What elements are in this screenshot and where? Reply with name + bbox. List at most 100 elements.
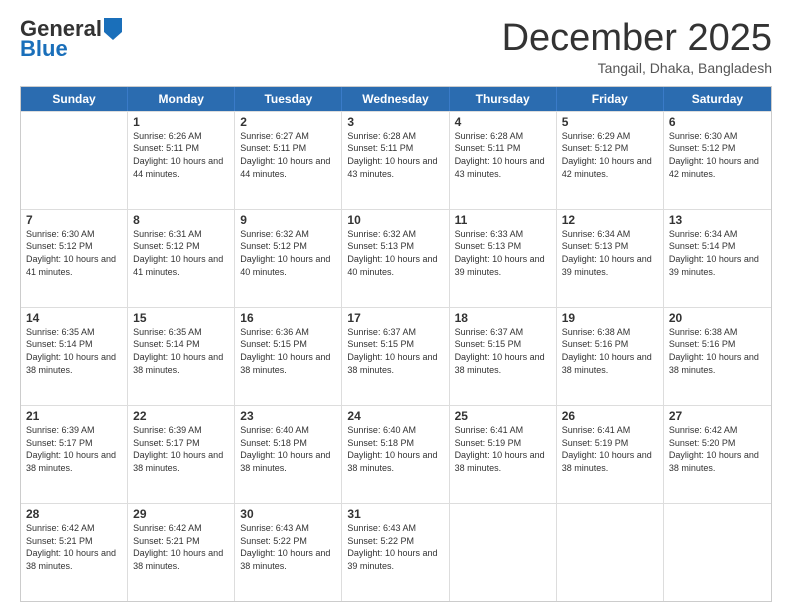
day-number: 18: [455, 311, 551, 325]
table-row: 1Sunrise: 6:26 AM Sunset: 5:11 PM Daylig…: [128, 112, 235, 209]
table-row: [21, 112, 128, 209]
logo-icon: [104, 18, 122, 40]
table-row: 16Sunrise: 6:36 AM Sunset: 5:15 PM Dayli…: [235, 308, 342, 405]
day-number: 22: [133, 409, 229, 423]
table-row: 31Sunrise: 6:43 AM Sunset: 5:22 PM Dayli…: [342, 504, 449, 601]
day-number: 13: [669, 213, 766, 227]
table-row: 23Sunrise: 6:40 AM Sunset: 5:18 PM Dayli…: [235, 406, 342, 503]
table-row: 18Sunrise: 6:37 AM Sunset: 5:15 PM Dayli…: [450, 308, 557, 405]
day-number: 17: [347, 311, 443, 325]
day-number: 24: [347, 409, 443, 423]
header-day-monday: Monday: [128, 87, 235, 111]
day-info: Sunrise: 6:35 AM Sunset: 5:14 PM Dayligh…: [26, 326, 122, 376]
header: General Blue December 2025 Tangail, Dhak…: [20, 18, 772, 76]
day-number: 23: [240, 409, 336, 423]
day-info: Sunrise: 6:40 AM Sunset: 5:18 PM Dayligh…: [347, 424, 443, 474]
day-number: 28: [26, 507, 122, 521]
table-row: 22Sunrise: 6:39 AM Sunset: 5:17 PM Dayli…: [128, 406, 235, 503]
table-row: 26Sunrise: 6:41 AM Sunset: 5:19 PM Dayli…: [557, 406, 664, 503]
day-info: Sunrise: 6:30 AM Sunset: 5:12 PM Dayligh…: [669, 130, 766, 180]
calendar-row-5: 28 Sunrise: 6:42 AM Sunset: 5:21 PM Dayli…: [21, 503, 771, 601]
table-row: 10Sunrise: 6:32 AM Sunset: 5:13 PM Dayli…: [342, 210, 449, 307]
table-row: 19Sunrise: 6:38 AM Sunset: 5:16 PM Dayli…: [557, 308, 664, 405]
table-row: 17Sunrise: 6:37 AM Sunset: 5:15 PM Dayli…: [342, 308, 449, 405]
day-number: 27: [669, 409, 766, 423]
day-info: Sunrise: 6:28 AM Sunset: 5:11 PM Dayligh…: [347, 130, 443, 180]
day-info: Sunrise: 6:35 AM Sunset: 5:14 PM Dayligh…: [133, 326, 229, 376]
day-number: 26: [562, 409, 658, 423]
table-row: 28Sunrise: 6:42 AM Sunset: 5:21 PM Dayli…: [21, 504, 128, 601]
header-day-tuesday: Tuesday: [235, 87, 342, 111]
day-number: 2: [240, 115, 336, 129]
page: General Blue December 2025 Tangail, Dhak…: [0, 0, 792, 612]
calendar: SundayMondayTuesdayWednesdayThursdayFrid…: [20, 86, 772, 602]
day-info: Sunrise: 6:30 AM Sunset: 5:12 PM Dayligh…: [26, 228, 122, 278]
day-number: 31: [347, 507, 443, 521]
table-row: 6Sunrise: 6:30 AM Sunset: 5:12 PM Daylig…: [664, 112, 771, 209]
table-row: 4Sunrise: 6:28 AM Sunset: 5:11 PM Daylig…: [450, 112, 557, 209]
day-info: Sunrise: 6:31 AM Sunset: 5:12 PM Dayligh…: [133, 228, 229, 278]
month-title: December 2025: [502, 18, 772, 60]
calendar-row-3: 14Sunrise: 6:35 AM Sunset: 5:14 PM Dayli…: [21, 307, 771, 405]
header-day-saturday: Saturday: [664, 87, 771, 111]
day-info: Sunrise: 6:42 AM Sunset: 5:20 PM Dayligh…: [669, 424, 766, 474]
logo-blue: Blue: [20, 36, 68, 62]
day-info: Sunrise: 6:34 AM Sunset: 5:14 PM Dayligh…: [669, 228, 766, 278]
table-row: 21Sunrise: 6:39 AM Sunset: 5:17 PM Dayli…: [21, 406, 128, 503]
day-number: 19: [562, 311, 658, 325]
calendar-header: SundayMondayTuesdayWednesdayThursdayFrid…: [21, 87, 771, 111]
day-number: 25: [455, 409, 551, 423]
day-number: 4: [455, 115, 551, 129]
calendar-row-4: 21Sunrise: 6:39 AM Sunset: 5:17 PM Dayli…: [21, 405, 771, 503]
day-info: Sunrise: 6:33 AM Sunset: 5:13 PM Dayligh…: [455, 228, 551, 278]
header-day-wednesday: Wednesday: [342, 87, 449, 111]
day-number: 6: [669, 115, 766, 129]
table-row: 7Sunrise: 6:30 AM Sunset: 5:12 PM Daylig…: [21, 210, 128, 307]
day-info: Sunrise: 6:38 AM Sunset: 5:16 PM Dayligh…: [669, 326, 766, 376]
day-number: 5: [562, 115, 658, 129]
day-info: Sunrise: 6:29 AM Sunset: 5:12 PM Dayligh…: [562, 130, 658, 180]
day-info: Sunrise: 6:42 AM Sunset: 5:21 PM Dayligh…: [133, 522, 229, 572]
subtitle: Tangail, Dhaka, Bangladesh: [502, 60, 772, 76]
day-number: 15: [133, 311, 229, 325]
day-number: 29: [133, 507, 229, 521]
table-row: [450, 504, 557, 601]
day-info: Sunrise: 6:36 AM Sunset: 5:15 PM Dayligh…: [240, 326, 336, 376]
table-row: 27Sunrise: 6:42 AM Sunset: 5:20 PM Dayli…: [664, 406, 771, 503]
day-number: 11: [455, 213, 551, 227]
table-row: 24Sunrise: 6:40 AM Sunset: 5:18 PM Dayli…: [342, 406, 449, 503]
day-number: 1: [133, 115, 229, 129]
table-row: 5Sunrise: 6:29 AM Sunset: 5:12 PM Daylig…: [557, 112, 664, 209]
day-number: 14: [26, 311, 122, 325]
table-row: 8Sunrise: 6:31 AM Sunset: 5:12 PM Daylig…: [128, 210, 235, 307]
day-number: 3: [347, 115, 443, 129]
day-info: Sunrise: 6:39 AM Sunset: 5:17 PM Dayligh…: [26, 424, 122, 474]
day-number: 8: [133, 213, 229, 227]
table-row: 29Sunrise: 6:42 AM Sunset: 5:21 PM Dayli…: [128, 504, 235, 601]
table-row: 13Sunrise: 6:34 AM Sunset: 5:14 PM Dayli…: [664, 210, 771, 307]
day-info: Sunrise: 6:40 AM Sunset: 5:18 PM Dayligh…: [240, 424, 336, 474]
table-row: 9Sunrise: 6:32 AM Sunset: 5:12 PM Daylig…: [235, 210, 342, 307]
table-row: 3Sunrise: 6:28 AM Sunset: 5:11 PM Daylig…: [342, 112, 449, 209]
day-number: 21: [26, 409, 122, 423]
day-number: 9: [240, 213, 336, 227]
day-info: Sunrise: 6:43 AM Sunset: 5:22 PM Dayligh…: [347, 522, 443, 572]
day-number: 20: [669, 311, 766, 325]
header-day-friday: Friday: [557, 87, 664, 111]
calendar-row-1: 1Sunrise: 6:26 AM Sunset: 5:11 PM Daylig…: [21, 111, 771, 209]
calendar-body: 1Sunrise: 6:26 AM Sunset: 5:11 PM Daylig…: [21, 111, 771, 601]
table-row: 20Sunrise: 6:38 AM Sunset: 5:16 PM Dayli…: [664, 308, 771, 405]
day-info: Sunrise: 6:34 AM Sunset: 5:13 PM Dayligh…: [562, 228, 658, 278]
calendar-row-2: 7Sunrise: 6:30 AM Sunset: 5:12 PM Daylig…: [21, 209, 771, 307]
day-info: Sunrise: 6:41 AM Sunset: 5:19 PM Dayligh…: [562, 424, 658, 474]
table-row: 2Sunrise: 6:27 AM Sunset: 5:11 PM Daylig…: [235, 112, 342, 209]
table-row: 11Sunrise: 6:33 AM Sunset: 5:13 PM Dayli…: [450, 210, 557, 307]
table-row: 30Sunrise: 6:43 AM Sunset: 5:22 PM Dayli…: [235, 504, 342, 601]
day-info: Sunrise: 6:38 AM Sunset: 5:16 PM Dayligh…: [562, 326, 658, 376]
day-info: Sunrise: 6:27 AM Sunset: 5:11 PM Dayligh…: [240, 130, 336, 180]
table-row: 14Sunrise: 6:35 AM Sunset: 5:14 PM Dayli…: [21, 308, 128, 405]
header-day-sunday: Sunday: [21, 87, 128, 111]
title-block: December 2025 Tangail, Dhaka, Bangladesh: [502, 18, 772, 76]
day-number: 10: [347, 213, 443, 227]
table-row: [557, 504, 664, 601]
